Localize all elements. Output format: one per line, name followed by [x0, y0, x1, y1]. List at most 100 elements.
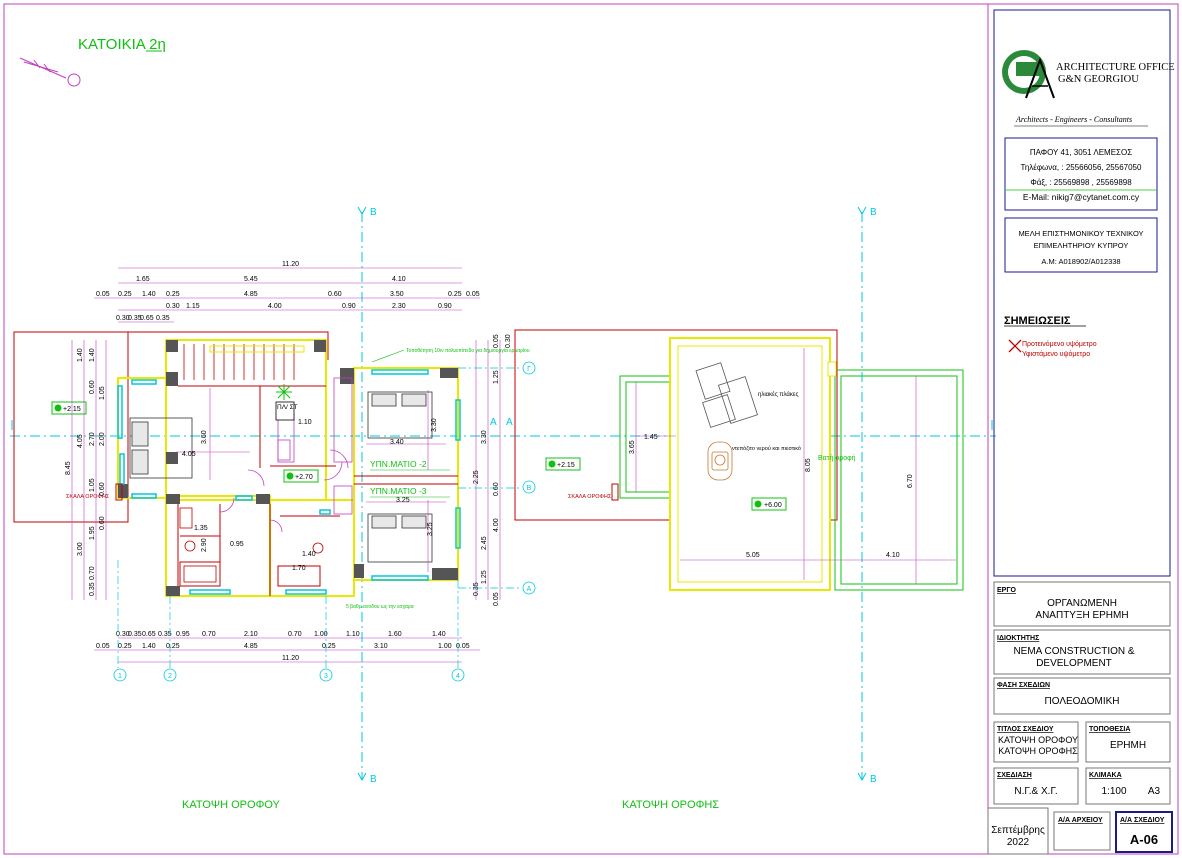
svg-text:0.65: 0.65 — [140, 315, 154, 322]
svg-text:0.25: 0.25 — [118, 643, 132, 650]
svg-text:0.05: 0.05 — [466, 291, 480, 298]
svg-text:1.25: 1.25 — [481, 570, 488, 584]
dim-top-overall: 11.20 — [282, 261, 299, 268]
svg-text:1.40: 1.40 — [432, 631, 446, 638]
plst-label: ΠΛ/ ΣΤ — [277, 404, 298, 411]
svg-text:2.10: 2.10 — [244, 631, 258, 638]
drawing-no-value: A-06 — [1130, 832, 1158, 847]
svg-text:6.70: 6.70 — [907, 474, 914, 488]
svg-text:1.40: 1.40 — [89, 348, 96, 362]
svg-text:1.40: 1.40 — [77, 348, 84, 362]
svg-text:ΤΙΤΛΟΣ ΣΧΕΔΙΟΥ: ΤΙΤΛΟΣ ΣΧΕΔΙΟΥ — [997, 726, 1054, 733]
section-marker-b1: B — [370, 207, 377, 218]
svg-text:0.25: 0.25 — [166, 643, 180, 650]
office-tagline: Architects - Engineers - Consultants — [1015, 115, 1132, 124]
svg-text:0.25: 0.25 — [448, 291, 462, 298]
svg-text:ΤΟΠΟΘΕΣΙΑ: ΤΟΠΟΘΕΣΙΑ — [1089, 726, 1130, 733]
svg-text:3.25: 3.25 — [396, 497, 410, 504]
office-name-1: ARCHITECTURE OFFICE — [1056, 62, 1175, 73]
svg-text:4.00: 4.00 — [493, 518, 500, 532]
svg-text:0.30: 0.30 — [505, 334, 512, 348]
office-fax: Φάξ, : 25569898 , 25569898 — [1030, 178, 1132, 187]
svg-text:3.65: 3.65 — [629, 440, 636, 454]
svg-text:+2.15: +2.15 — [557, 462, 575, 469]
svg-text:+2.70: +2.70 — [295, 474, 313, 481]
svg-text:1.05: 1.05 — [99, 386, 106, 400]
project-line-2: ΑΝΑΠΤΥΞΗ ΕΡΗΜΗ — [1035, 610, 1128, 621]
svg-text:0.60: 0.60 — [99, 516, 106, 530]
drawing-title-1: ΚΑΤΟΨΗ ΟΡΟΦΟΥ — [998, 735, 1078, 745]
plan-first-floor-label: ΚΑΤΟΨΗ ΟΡΟΦΟΥ — [182, 799, 281, 811]
svg-text:0.60: 0.60 — [328, 291, 342, 298]
svg-text:4.00: 4.00 — [268, 303, 282, 310]
svg-text:4.85: 4.85 — [244, 643, 258, 650]
svg-text:4.10: 4.10 — [392, 276, 406, 283]
office-phones: Τηλέφωνα, : 25566056, 25567050 — [1021, 163, 1142, 172]
svg-text:1.00: 1.00 — [438, 643, 452, 650]
svg-text:1.25: 1.25 — [493, 370, 500, 384]
svg-text:0.90: 0.90 — [342, 303, 356, 310]
svg-text:3.50: 3.50 — [390, 291, 404, 298]
svg-text:0.90: 0.90 — [438, 303, 452, 310]
svg-text:1.65: 1.65 — [136, 276, 150, 283]
svg-text:3.30: 3.30 — [431, 418, 438, 432]
svg-text:1.40: 1.40 — [142, 291, 156, 298]
office-name-2: G&N GEORGIOU — [1058, 74, 1139, 85]
location-value: ΕΡΗΜΗ — [1110, 740, 1146, 751]
plan-roof-label: ΚΑΤΟΨΗ ΟΡΟΦΗΣ — [622, 799, 719, 811]
svg-text:2.90: 2.90 — [201, 538, 208, 552]
svg-text:5.05: 5.05 — [746, 552, 760, 559]
svg-text:ΙΔΙΟΚΤΗΤΗΣ: ΙΔΙΟΚΤΗΤΗΣ — [997, 635, 1039, 642]
svg-text:Α: Α — [527, 586, 532, 593]
svg-text:4: 4 — [456, 673, 460, 680]
house-title: ΚΑΤΟΙΚΙΑ 2η — [78, 36, 166, 53]
elevation-marker-ff-1: +2.15 — [51, 401, 87, 415]
dim-top-row5: 0.30 0.35 0.65 0.35 — [116, 315, 170, 322]
elevation-marker-roof-2: +6.00 — [751, 497, 787, 511]
svg-text:1.60: 1.60 — [388, 631, 402, 638]
svg-text:0.70: 0.70 — [89, 566, 96, 580]
member-line-2: ΕΠΙΜΕΛΗΤΗΡΙΟΥ ΚΥΠΡΟΥ — [1034, 241, 1129, 250]
svg-text:0.95: 0.95 — [176, 631, 190, 638]
drawing-no-label: Α/Α ΣΧΕΔΙΟΥ — [1120, 817, 1165, 824]
room-label-3: ΥΠΝ.ΜΑΤΙΟ -3 — [370, 486, 427, 496]
svg-text:0.70: 0.70 — [202, 631, 216, 638]
svg-text:0.35: 0.35 — [156, 315, 170, 322]
note-bottom: 5 βαθμ ανοδου ως την εσχαρα — [346, 604, 414, 610]
svg-text:5.45: 5.45 — [244, 276, 258, 283]
legend-proposed: Προτεινόμενο υψόμετρο — [1022, 340, 1097, 348]
date-line-1: Σεπτέμβρης — [991, 824, 1045, 836]
drawing-sheet: ΚΑΤΟΙΚΙΑ 2η B B B B A A ΠΛ/ ΣΤ ΥΠΝ.ΜΑΤΙΟ… — [0, 0, 1182, 858]
design-value: Ν.Γ.& Χ.Γ. — [1014, 786, 1057, 797]
svg-text:3.40: 3.40 — [390, 439, 404, 446]
member-line-1: ΜΕΛΗ ΕΠΙΣΤΗΜΟΝΙΚΟΥ ΤΕΧΝΙΚΟΥ — [1018, 229, 1143, 238]
section-marker-b3: B — [370, 774, 377, 785]
svg-text:1.10: 1.10 — [298, 419, 312, 426]
svg-text:8.45: 8.45 — [65, 461, 72, 475]
svg-text:Β: Β — [527, 485, 532, 492]
svg-text:3.25: 3.25 — [427, 522, 434, 536]
plumbing-shaft-icon — [276, 384, 292, 400]
svg-text:1.35: 1.35 — [194, 525, 208, 532]
svg-text:3.00: 3.00 — [77, 542, 84, 556]
project-line-1: ΟΡΓΑΝΩΜΕΝΗ — [1047, 598, 1117, 609]
paper-value: A3 — [1148, 786, 1161, 797]
svg-text:0.60: 0.60 — [493, 482, 500, 496]
elevation-marker-ff-2: +2.70 — [283, 469, 319, 483]
svg-text:ΕΡΓΟ: ΕΡΓΟ — [997, 587, 1017, 594]
svg-text:0.05: 0.05 — [96, 291, 110, 298]
owner-line-2: DEVELOPMENT — [1036, 658, 1112, 669]
svg-text:3.10: 3.10 — [374, 643, 388, 650]
svg-text:2.25: 2.25 — [473, 470, 480, 484]
svg-text:ΚΛΙΜΑΚΑ: ΚΛΙΜΑΚΑ — [1089, 772, 1122, 779]
dim-bottom-overall: 11.20 — [282, 655, 299, 662]
stair-label-roof: ΣΚΑΛΑ ΟΡΟΦΗΣ — [568, 494, 612, 500]
svg-text:0.25: 0.25 — [166, 291, 180, 298]
svg-text:1.10: 1.10 — [346, 631, 360, 638]
svg-text:0.25: 0.25 — [322, 643, 336, 650]
svg-text:Γ: Γ — [527, 366, 531, 373]
owner-line-1: NEMA CONSTRUCTION & — [1013, 646, 1134, 657]
room-label-2: ΥΠΝ.ΜΑΤΙΟ -2 — [370, 459, 427, 469]
svg-text:3: 3 — [324, 673, 328, 680]
svg-text:0.65: 0.65 — [142, 631, 156, 638]
